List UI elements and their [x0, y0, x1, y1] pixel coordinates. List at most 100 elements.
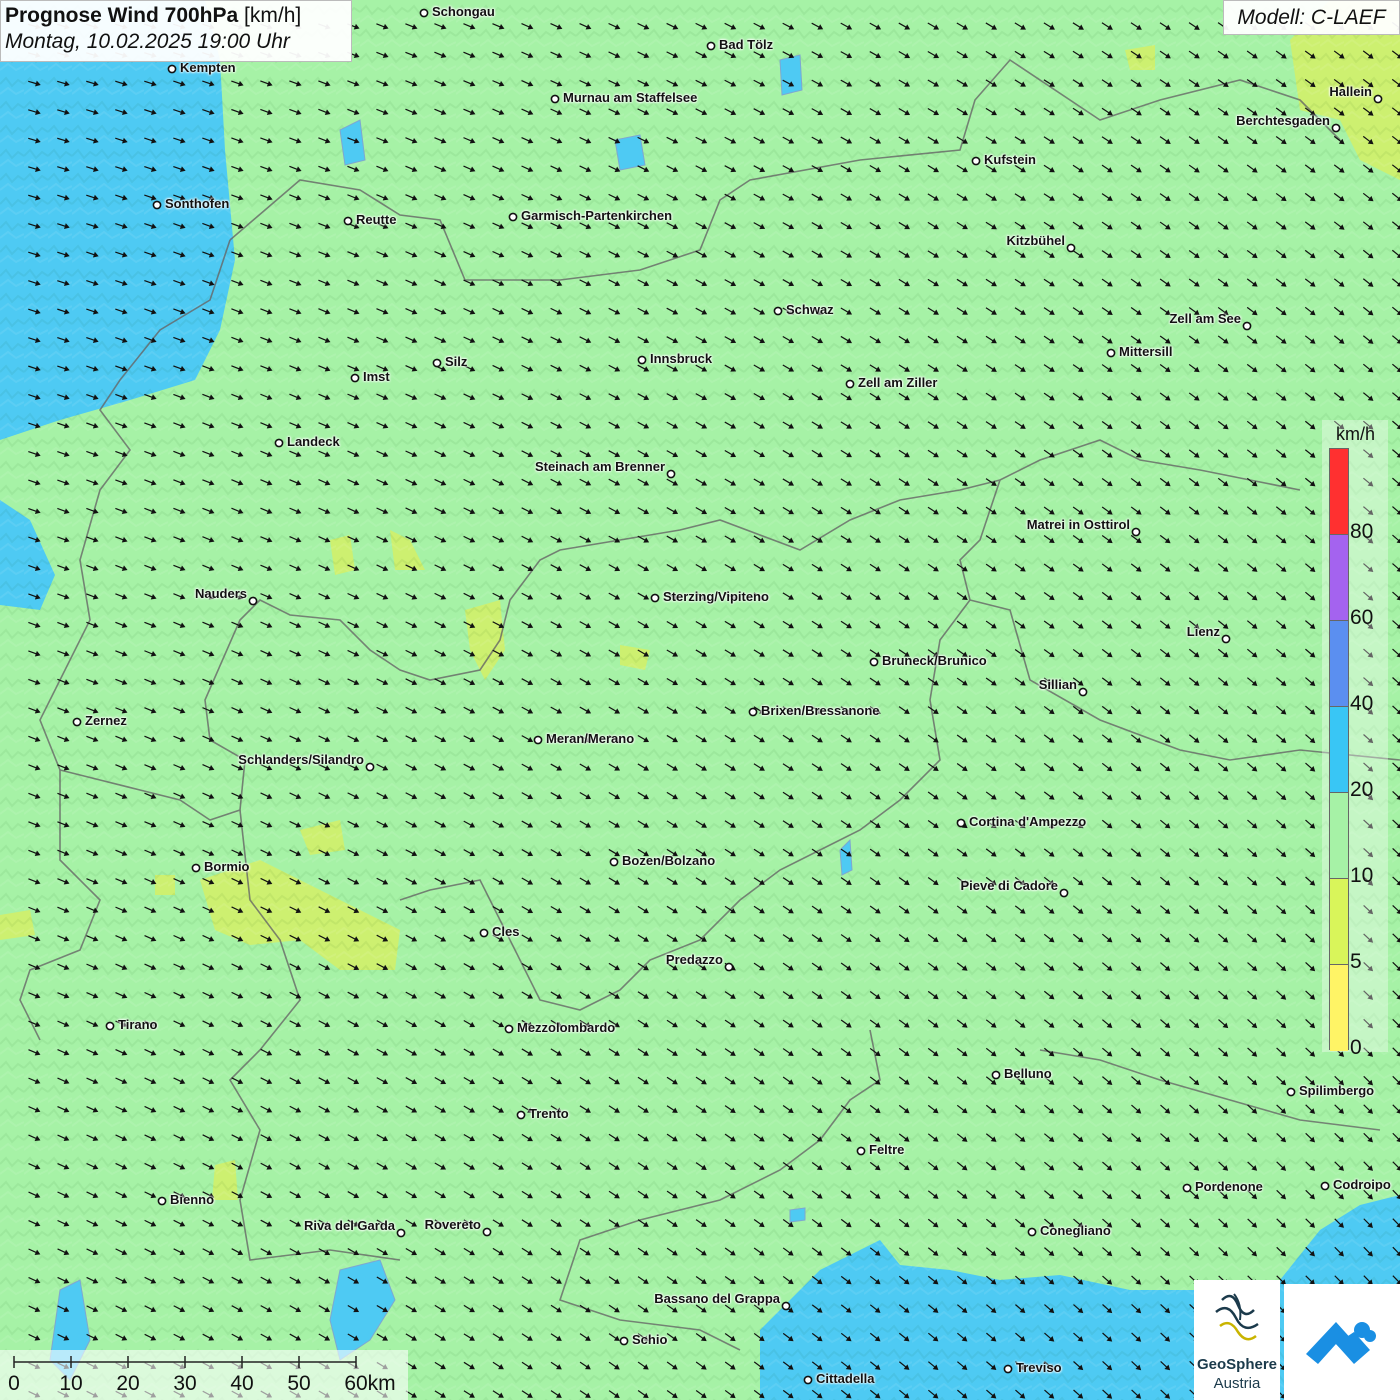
city-label: Imst — [363, 369, 390, 384]
city-label: Belluno — [1004, 1066, 1052, 1081]
city-label: Schio — [632, 1332, 668, 1347]
city-marker — [365, 762, 375, 772]
city-marker — [432, 358, 442, 368]
legend-tick-label: 60 — [1350, 606, 1374, 629]
scale-label: 20 — [116, 1372, 140, 1395]
city-label: Sterzing/Vipiteno — [663, 589, 769, 604]
city-marker — [1242, 321, 1252, 331]
legend-swatch — [1330, 621, 1348, 707]
legend-tick-label: 80 — [1350, 520, 1374, 543]
city-label: Silz — [445, 354, 468, 369]
city-marker — [1078, 687, 1088, 697]
city-marker — [956, 818, 966, 828]
city-label: Pordenone — [1195, 1179, 1263, 1194]
city-label: Nauders — [194, 586, 247, 601]
city-marker — [650, 593, 660, 603]
city-marker — [516, 1110, 526, 1120]
city-label: Schongau — [432, 4, 495, 19]
title-unit: [km/h] — [244, 4, 302, 27]
scale-label: 60km — [344, 1372, 396, 1395]
city-marker — [248, 596, 258, 606]
city-marker — [1106, 348, 1116, 358]
city-marker — [533, 735, 543, 745]
city-label: Bienno — [170, 1192, 215, 1207]
city-marker — [773, 306, 783, 316]
city-marker — [845, 379, 855, 389]
city-marker — [479, 928, 489, 938]
legend-swatch — [1330, 965, 1348, 1051]
color-legend: km/h 80 60 40 20 10 5 0 — [1322, 420, 1388, 1059]
city-marker — [482, 1227, 492, 1237]
scale-label: 0 — [8, 1372, 20, 1395]
city-marker — [274, 438, 284, 448]
city-marker — [971, 156, 981, 166]
scale-label: 30 — [173, 1372, 197, 1395]
city-marker — [1182, 1183, 1192, 1193]
city-marker — [504, 1024, 514, 1034]
austria-text: Austria — [1213, 1375, 1261, 1392]
city-marker — [869, 657, 879, 667]
city-label: Bad Tölz — [719, 37, 774, 52]
city-marker — [1027, 1227, 1037, 1237]
city-label: Riva del Garda — [303, 1218, 395, 1233]
city-marker — [152, 200, 162, 210]
city-label: Feltre — [869, 1142, 905, 1157]
city-marker — [350, 373, 360, 383]
city-marker — [1320, 1181, 1330, 1191]
city-label: Treviso — [1016, 1360, 1062, 1375]
city-marker — [856, 1146, 866, 1156]
city-label: Sillian — [1038, 677, 1077, 692]
city-label: Bruneck/Brunico — [882, 653, 987, 668]
city-marker — [706, 41, 716, 51]
city-marker — [343, 216, 353, 226]
city-label: Bormio — [204, 859, 250, 874]
city-label: Zernez — [85, 713, 127, 728]
city-label: Cles — [492, 924, 520, 939]
legend-swatch — [1330, 707, 1348, 793]
scale-label: 50 — [287, 1372, 311, 1395]
city-marker — [1131, 527, 1141, 537]
scale-label: 40 — [230, 1372, 254, 1395]
city-label: Pieve di Cadore — [960, 878, 1058, 893]
city-label: Spilimbergo — [1299, 1083, 1375, 1098]
city-label: Predazzo — [665, 952, 723, 967]
city-marker — [1221, 634, 1231, 644]
city-marker — [1066, 243, 1076, 253]
title-box: Prognose Wind 700hPa [km/h] Montag, 10.0… — [0, 0, 352, 62]
city-marker — [619, 1336, 629, 1346]
city-marker — [748, 707, 758, 717]
city-label: Steinach am Brenner — [534, 459, 665, 474]
city-label: Innsbruck — [650, 351, 713, 366]
model-label: Modell: C-LAEF — [1223, 0, 1400, 35]
geosphere-emblem-icon — [1215, 1293, 1259, 1341]
city-label: Meran/Merano — [546, 731, 635, 746]
map-title: Prognose Wind 700hPa [km/h] — [5, 4, 347, 28]
city-label: Zell am Ziller — [858, 375, 938, 390]
city-marker — [1003, 1364, 1013, 1374]
city-marker — [167, 64, 177, 74]
city-marker — [1059, 888, 1069, 898]
city-label: Mittersill — [1119, 344, 1173, 359]
legend-tick-label: 5 — [1350, 950, 1362, 973]
city-marker — [1331, 123, 1341, 133]
city-label: Schlanders/Silandro — [238, 752, 364, 767]
city-label: Bozen/Bolzano — [622, 853, 716, 868]
city-label: Zell am See — [1169, 311, 1241, 326]
city-label: Codroipo — [1333, 1177, 1391, 1192]
legend-color-bar — [1329, 448, 1349, 1051]
city-marker — [637, 355, 647, 365]
city-marker — [508, 212, 518, 222]
city-marker — [609, 857, 619, 867]
mountain-cloud-icon — [1306, 1322, 1376, 1364]
legend-tick-label: 20 — [1350, 778, 1374, 801]
legend-tick-label: 40 — [1350, 692, 1374, 715]
city-label: Garmisch-Partenkirchen — [521, 208, 673, 223]
city-label: Bassano del Grappa — [654, 1291, 780, 1306]
city-label: Hallein — [1329, 84, 1372, 99]
city-marker — [550, 94, 560, 104]
weather-app-logo — [1284, 1284, 1400, 1400]
city-label: Berchtesgaden — [1236, 113, 1330, 128]
city-label: Reutte — [356, 212, 397, 227]
city-label: Murnau am Staffelsee — [563, 90, 698, 105]
city-marker — [191, 863, 201, 873]
